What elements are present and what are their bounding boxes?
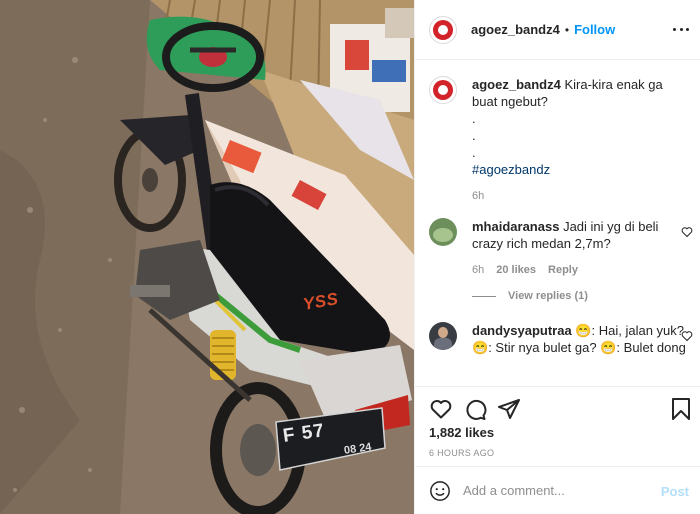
comment-item: dandysyaputraa 😁: Hai, jalan yuk? 😁: Sti…	[429, 322, 693, 356]
caption-username[interactable]: agoez_bandz4	[472, 77, 561, 92]
caption-item: agoez_bandz4 Kira-kira enak ga buat ngeb…	[429, 76, 691, 202]
comment-username[interactable]: mhaidaranass	[472, 219, 559, 234]
comment-text: mhaidaranass Jadi ini yg di beli crazy r…	[472, 218, 691, 252]
comment-time[interactable]: 6h	[472, 264, 484, 276]
motorbike-photo	[0, 0, 414, 514]
post-timestamp[interactable]: 6 HOURS AGO	[429, 448, 494, 458]
emoji-grin: 😁	[575, 323, 592, 338]
share-icon[interactable]	[497, 397, 521, 421]
comment-meta: 6h 20 likes Reply	[472, 264, 691, 276]
comment-message-1: Hai, jalan yuk?	[598, 323, 685, 338]
caption-avatar[interactable]	[429, 76, 457, 104]
reply-button[interactable]: Reply	[548, 264, 578, 276]
post-photo[interactable]: YSS F 57 08 24	[0, 0, 414, 514]
caption-hashtag[interactable]: #agoezbandz	[472, 161, 691, 178]
commenter-avatar[interactable]	[429, 322, 457, 350]
caption-time[interactable]: 6h	[472, 190, 484, 202]
header-separator: •	[564, 22, 570, 37]
comments-list[interactable]: agoez_bandz4 Kira-kira enak ga buat ngeb…	[415, 60, 700, 386]
emoji-grin: 😁	[600, 340, 617, 355]
comment-likes[interactable]: 20 likes	[496, 264, 536, 276]
like-count[interactable]: 1,882 likes	[429, 425, 494, 440]
view-replies-label: View replies (1)	[508, 290, 588, 302]
commenter-avatar[interactable]	[429, 218, 457, 246]
caption-dot-2: .	[472, 128, 476, 143]
author-avatar[interactable]	[429, 15, 457, 44]
comment-message-2: Stir nya bulet ga?	[495, 340, 597, 355]
post-actions: 1,882 likes 6 HOURS AGO	[415, 386, 700, 466]
add-comment-bar: Post	[415, 466, 700, 514]
heart-icon[interactable]	[429, 397, 453, 421]
post-side-panel: agoez_bandz4 • Follow agoez_bandz4 Kira-…	[414, 0, 700, 514]
comment-text: dandysyaputraa 😁: Hai, jalan yuk? 😁: Sti…	[472, 323, 686, 355]
author-username[interactable]: agoez_bandz4	[471, 22, 560, 37]
emoji-icon[interactable]	[429, 480, 451, 502]
bookmark-icon[interactable]	[669, 397, 693, 421]
comment-message-3: Bulet dong	[623, 340, 686, 355]
follow-button[interactable]: Follow	[574, 22, 615, 37]
caption-text: agoez_bandz4 Kira-kira enak ga buat ngeb…	[472, 76, 691, 178]
view-replies-line	[472, 295, 496, 297]
caption-dot-3: .	[472, 145, 476, 160]
action-icons	[429, 397, 691, 421]
comment-input[interactable]	[463, 483, 653, 498]
view-replies-button[interactable]: View replies (1)	[472, 290, 588, 302]
emoji-grin: 😁	[472, 340, 489, 355]
post-comment-button[interactable]: Post	[661, 484, 689, 499]
comment-item: mhaidaranass Jadi ini yg di beli crazy r…	[429, 218, 693, 276]
comment-like-heart-icon[interactable]	[681, 330, 693, 342]
post-header: agoez_bandz4 • Follow	[415, 0, 700, 60]
comment-like-heart-icon[interactable]	[681, 226, 693, 238]
comment-username[interactable]: dandysyaputraa	[472, 323, 572, 338]
post-dialog: YSS F 57 08 24 agoez_bandz4 • Follow ago…	[0, 0, 700, 514]
more-options-icon[interactable]	[673, 21, 689, 37]
caption-dot-1: .	[472, 111, 476, 126]
comment-icon[interactable]	[463, 397, 487, 421]
caption-meta: 6h	[472, 190, 691, 202]
